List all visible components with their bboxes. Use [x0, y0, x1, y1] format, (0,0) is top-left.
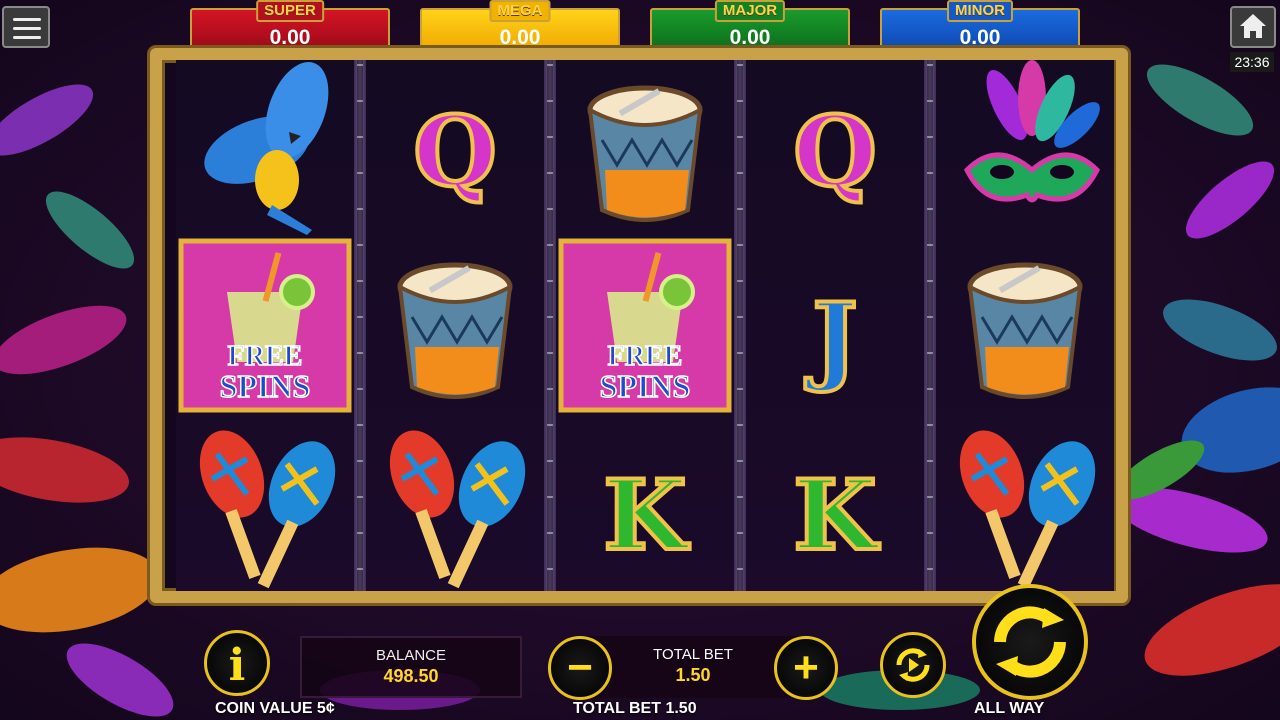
menu-button[interactable] [2, 6, 50, 48]
balance-value: 498.50 [383, 666, 439, 686]
info-button[interactable]: i [204, 630, 270, 696]
carnival-mask-symbol [937, 60, 1113, 237]
jackpot-title: MAJOR [714, 0, 786, 22]
jackpot-minor: MINOR 0.00 [880, 0, 1080, 52]
coin-value-label: COIN VALUE 5¢ [215, 700, 335, 717]
info-icon: i [228, 640, 246, 691]
reel-frame: FREE SPINS Q FREE SPINS K Q J K [150, 48, 1128, 603]
king-symbol: K [557, 414, 733, 591]
queen-symbol: Q [747, 60, 923, 237]
svg-text:SPINS: SPINS [220, 368, 311, 404]
svg-text:K: K [603, 459, 690, 572]
maracas-symbol [937, 414, 1113, 591]
drum-symbol [937, 237, 1113, 414]
balance-label: BALANCE [375, 647, 447, 664]
total-bet-value: 1.50 [675, 665, 711, 685]
jackpot-title: MINOR [947, 0, 1013, 22]
svg-text:SPINS: SPINS [600, 368, 691, 404]
increase-bet-button[interactable]: + [774, 636, 838, 700]
king-symbol: K [747, 414, 923, 591]
autoplay-icon [896, 648, 930, 682]
jackpot-value: 0.00 [269, 26, 311, 49]
queen-symbol: Q [367, 60, 543, 237]
jackpot-mega: MEGA 0.00 [420, 0, 620, 52]
clock: 23:36 [1230, 52, 1274, 72]
total-bet-footer: TOTAL BET 1.50 [573, 700, 697, 717]
free-spins-symbol: FREE SPINS [557, 237, 733, 414]
svg-text:Q: Q [793, 95, 877, 208]
drum-symbol [367, 237, 543, 414]
jackpot-title: SUPER [256, 0, 324, 22]
autoplay-button[interactable] [880, 632, 946, 698]
total-bet-label: TOTAL BET [653, 646, 733, 663]
balance-display: BALANCE 498.50 [300, 636, 522, 698]
plus-icon: + [793, 643, 819, 692]
svg-text:K: K [793, 459, 880, 572]
jackpot-value: 0.00 [959, 26, 1001, 49]
maracas-symbol [367, 414, 543, 591]
parrot-symbol [177, 60, 353, 237]
svg-text:J: J [804, 282, 857, 395]
jack-symbol: J [747, 237, 923, 414]
jackpot-title: MEGA [489, 0, 551, 22]
spin-button[interactable] [972, 584, 1088, 700]
svg-text:Q: Q [413, 95, 497, 208]
jackpot-value: 0.00 [499, 26, 541, 49]
maracas-symbol [177, 414, 353, 591]
jackpot-super: SUPER 0.00 [190, 0, 390, 52]
spin-icon [994, 606, 1066, 678]
minus-icon: − [567, 643, 593, 692]
all-way-label: ALL WAY [974, 700, 1045, 717]
drum-symbol [557, 60, 733, 237]
total-bet-display: TOTAL BET 1.50 [620, 646, 766, 686]
menu-icon [13, 18, 41, 21]
jackpot-major: MAJOR 0.00 [650, 0, 850, 52]
decrease-bet-button[interactable]: − [548, 636, 612, 700]
home-button[interactable] [1230, 6, 1276, 48]
free-spins-symbol: FREE SPINS [177, 237, 353, 414]
home-icon [1240, 14, 1266, 38]
jackpot-value: 0.00 [729, 26, 771, 49]
